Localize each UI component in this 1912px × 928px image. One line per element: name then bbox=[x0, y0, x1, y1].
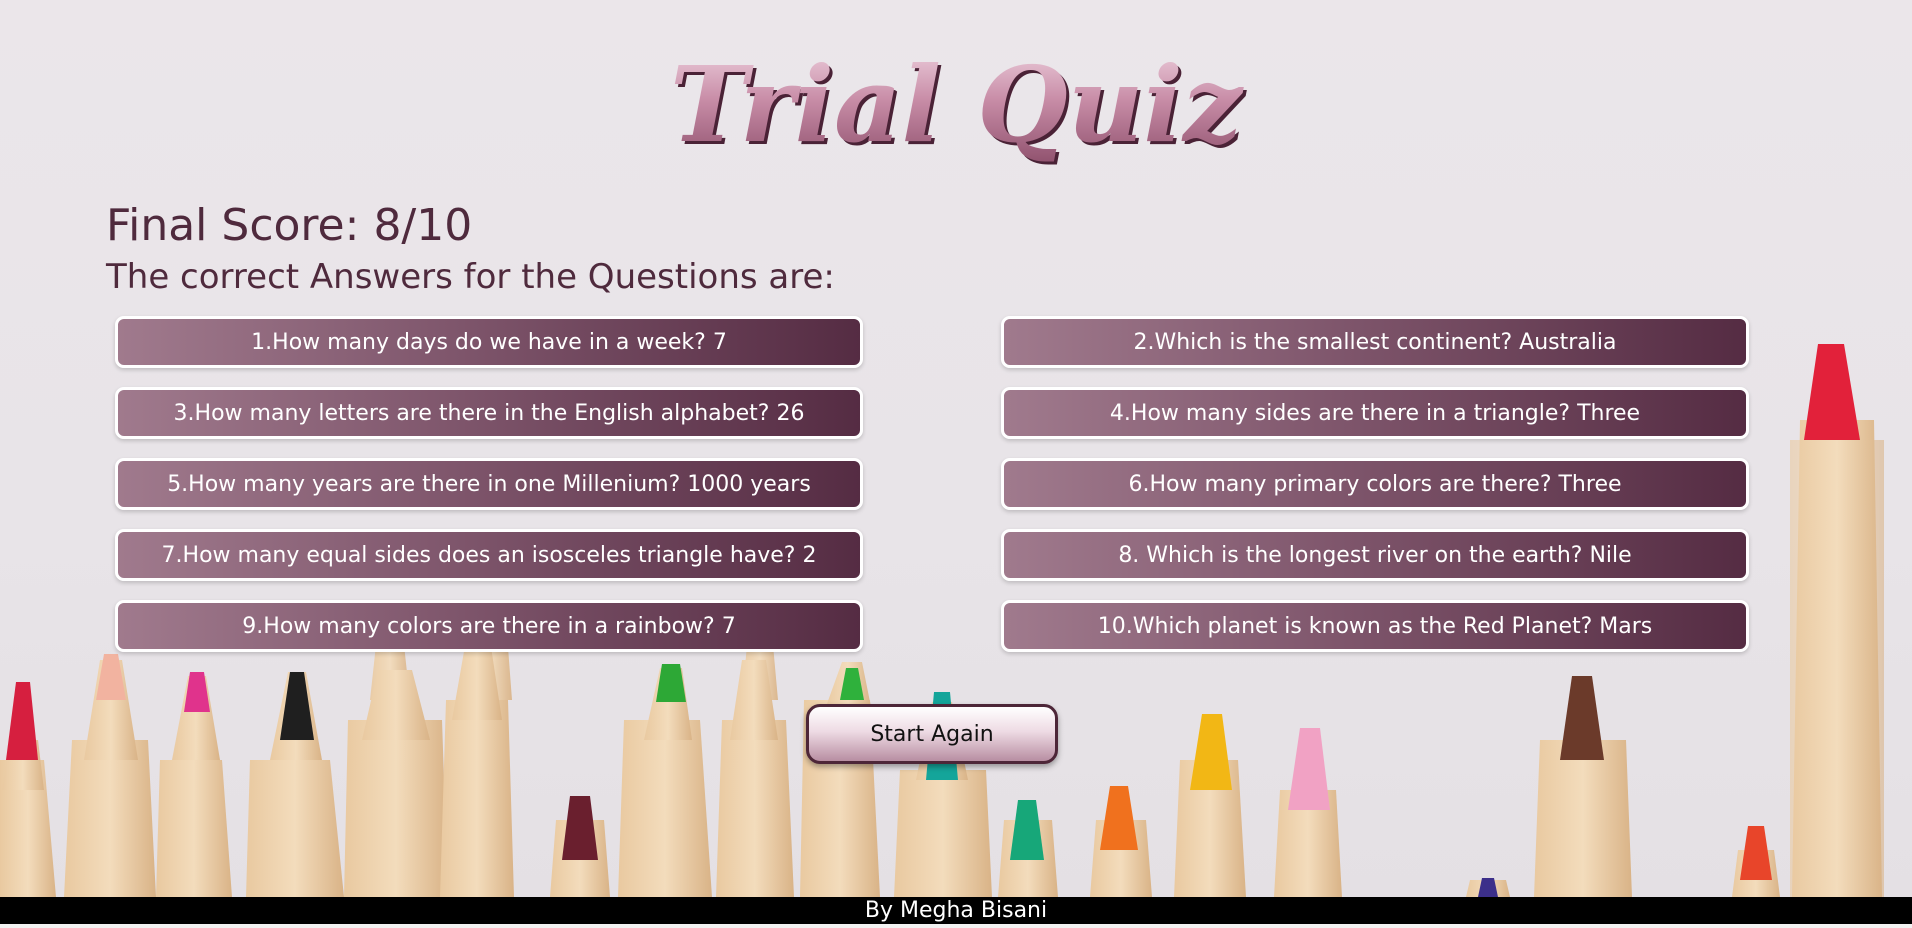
answer-card-7: 7.How many equal sides does an isosceles… bbox=[115, 529, 863, 581]
answer-card-2: 2.Which is the smallest continent? Austr… bbox=[1001, 316, 1749, 368]
answer-card-4: 4.How many sides are there in a triangle… bbox=[1001, 387, 1749, 439]
answer-card-5: 5.How many years are there in one Millen… bbox=[115, 458, 863, 510]
footer-credit: By Megha Bisani bbox=[0, 897, 1912, 924]
answer-card-1: 1.How many days do we have in a week? 7 bbox=[115, 316, 863, 368]
answer-card-8: 8. Which is the longest river on the ear… bbox=[1001, 529, 1749, 581]
final-score: Final Score: 8/10 bbox=[106, 200, 473, 251]
start-again-button[interactable]: Start Again bbox=[806, 704, 1058, 764]
footer-divider bbox=[0, 924, 1912, 928]
page-title: Trial Quiz bbox=[0, 40, 1912, 170]
answer-card-6: 6.How many primary colors are there? Thr… bbox=[1001, 458, 1749, 510]
answer-card-9: 9.How many colors are there in a rainbow… bbox=[115, 600, 863, 652]
answer-card-10: 10.Which planet is known as the Red Plan… bbox=[1001, 600, 1749, 652]
answers-subheading: The correct Answers for the Questions ar… bbox=[106, 257, 835, 297]
answer-card-3: 3.How many letters are there in the Engl… bbox=[115, 387, 863, 439]
answers-grid: 1.How many days do we have in a week? 7 … bbox=[115, 316, 1749, 652]
